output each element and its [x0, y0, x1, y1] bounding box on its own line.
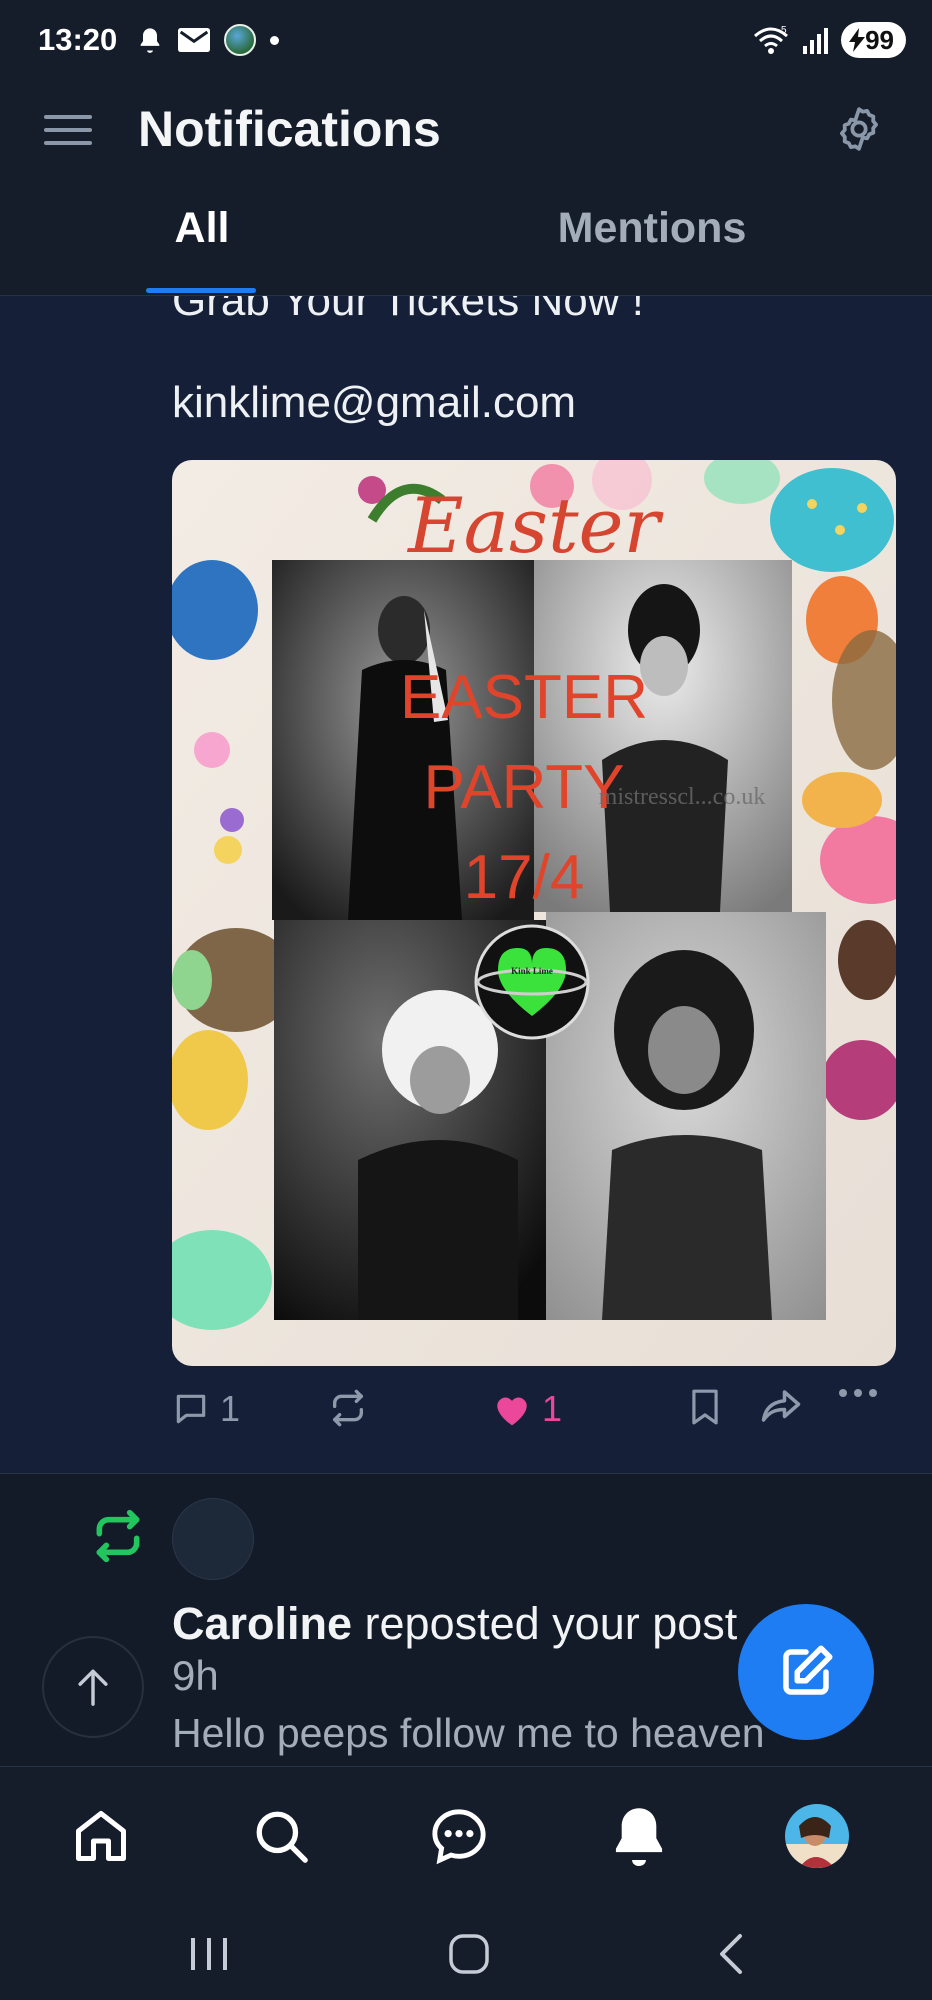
chat-bubble-icon	[432, 1809, 486, 1865]
battery-level: 99	[865, 24, 894, 55]
easter-party-poster: Kink Lime Easter EASTER PARTY 17/4 mistr…	[172, 460, 896, 1366]
reply-button[interactable]: 1	[172, 1388, 240, 1430]
page-title: Notifications	[138, 101, 441, 157]
like-count: 1	[542, 1388, 563, 1429]
heart-icon	[497, 1397, 527, 1426]
app-header: Notifications All Mentions	[0, 82, 932, 296]
system-navigation-bar	[0, 1902, 932, 2000]
back-system-button[interactable]	[696, 1926, 766, 1982]
poster-date: 17/4	[464, 843, 585, 912]
home-system-button[interactable]	[434, 1926, 504, 1982]
tab-selected-indicator	[146, 288, 256, 293]
compose-button[interactable]	[738, 1604, 874, 1740]
tab-mentions[interactable]: Mentions	[520, 200, 784, 296]
post-text: Grab Your Tickets Now !	[172, 296, 644, 325]
repost-icon	[333, 1389, 363, 1427]
more-dots-icon	[839, 1389, 877, 1397]
poster-headline-line1: EASTER	[400, 663, 648, 732]
post-actions: 1 1	[172, 1388, 896, 1448]
repost-action-text: reposted your post	[352, 1598, 738, 1649]
menu-button[interactable]	[44, 100, 104, 160]
user-avatar[interactable]	[172, 1498, 254, 1580]
scroll-to-top-button[interactable]	[42, 1636, 144, 1738]
settings-button[interactable]	[824, 94, 894, 164]
poster-watermark: mistresscl...co.uk	[599, 784, 766, 810]
repost-button[interactable]	[328, 1388, 368, 1428]
share-arrow-icon	[761, 1390, 801, 1422]
battery-indicator: 99	[841, 22, 906, 58]
more-options-button[interactable]	[838, 1388, 878, 1398]
more-notifications-dot	[270, 35, 279, 45]
alarm-bell-icon	[140, 28, 160, 53]
charging-bolt-icon	[849, 28, 866, 52]
repost-user-name[interactable]: Caroline	[172, 1598, 352, 1649]
repost-timestamp: 9h	[172, 1652, 219, 1699]
like-button[interactable]: 1	[492, 1388, 562, 1430]
hamburger-line	[44, 128, 92, 132]
app-notification-icon	[224, 24, 256, 56]
share-button[interactable]	[760, 1388, 802, 1424]
bookmark-button[interactable]	[688, 1388, 722, 1426]
hamburger-line	[44, 115, 92, 119]
gear-icon	[840, 107, 878, 151]
nav-messages[interactable]	[414, 1791, 504, 1881]
status-time: 13:20	[38, 22, 118, 57]
reply-count: 1	[220, 1388, 241, 1429]
bookmark-icon	[692, 1389, 718, 1425]
nav-notifications[interactable]	[594, 1791, 684, 1881]
bottom-navigation	[0, 1766, 932, 1902]
status-notification-icons	[136, 24, 279, 56]
status-bar: 13:20 5 99	[0, 0, 932, 82]
nav-search[interactable]	[236, 1791, 326, 1881]
post-email-text: kinklime@gmail.com	[172, 378, 577, 427]
nav-home[interactable]	[56, 1791, 146, 1881]
post-image[interactable]: Kink Lime Easter EASTER PARTY 17/4 mistr…	[172, 460, 896, 1366]
search-icon	[256, 1811, 308, 1863]
back-chevron-icon	[720, 1934, 742, 1974]
mail-icon	[178, 28, 210, 52]
status-system-icons: 5 99	[751, 22, 906, 58]
network-label: 5	[781, 25, 787, 36]
home-circle-icon	[449, 1934, 489, 1974]
home-icon	[76, 1811, 126, 1861]
post-card[interactable]: Grab Your Tickets Now ! kinklime@gmail.c…	[0, 296, 932, 1474]
notifications-feed[interactable]: Grab Your Tickets Now ! kinklime@gmail.c…	[0, 296, 932, 1766]
profile-avatar	[785, 1804, 849, 1868]
compose-pencil-icon	[783, 1645, 833, 1695]
repost-notification-icon	[90, 1508, 146, 1569]
tab-all[interactable]: All	[124, 200, 280, 296]
repost-post-snippet: Hello peeps follow me to heaven	[172, 1710, 765, 1756]
poster-headline-line2: PARTY	[424, 753, 625, 822]
poster-script-title: Easter	[406, 481, 664, 570]
wifi-icon: 5	[754, 25, 789, 54]
comment-icon	[176, 1394, 206, 1424]
bell-icon	[615, 1808, 663, 1866]
hamburger-line	[44, 141, 92, 145]
signal-icon	[803, 28, 829, 54]
nav-profile[interactable]	[772, 1791, 862, 1881]
recent-apps-button[interactable]	[174, 1926, 244, 1982]
repost-summary: Caroline reposted your post	[172, 1598, 737, 1650]
poster-logo-text: Kink Lime	[511, 966, 553, 976]
recent-apps-icon	[191, 1938, 227, 1970]
arrow-up-icon	[78, 1669, 108, 1706]
